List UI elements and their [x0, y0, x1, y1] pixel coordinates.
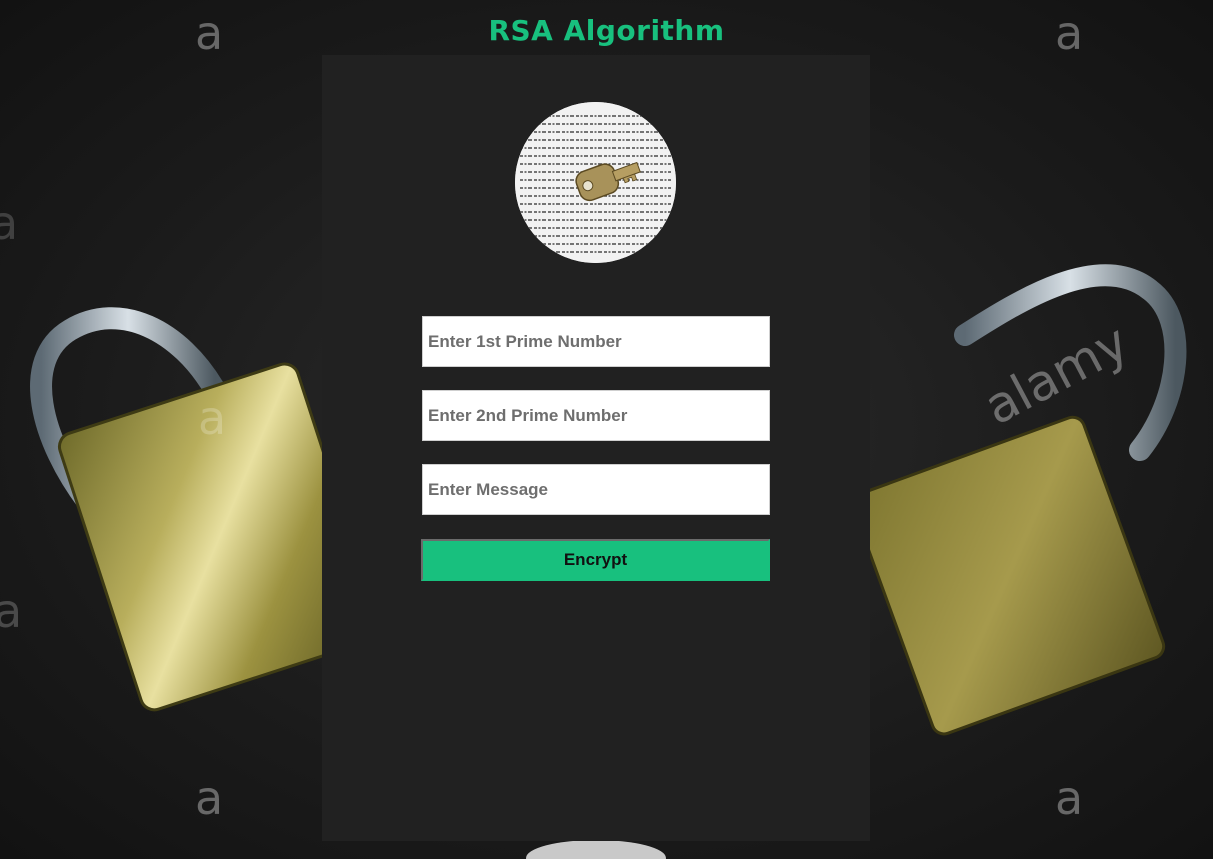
watermark-letter: a	[0, 584, 23, 638]
form-panel: Encrypt	[322, 55, 870, 841]
watermark-letter: a	[198, 391, 227, 445]
message-input[interactable]	[422, 464, 770, 515]
encrypt-button[interactable]: Encrypt	[421, 539, 770, 581]
watermark-letter: a	[195, 771, 224, 825]
page-title: RSA Algorithm	[488, 14, 725, 47]
watermark-letter: a	[1055, 771, 1084, 825]
second-prime-input[interactable]	[422, 390, 770, 441]
watermark-letter: a	[0, 196, 19, 250]
key-avatar-image	[515, 102, 676, 263]
key-on-cipher-text-icon	[515, 102, 676, 263]
first-prime-input[interactable]	[422, 316, 770, 367]
